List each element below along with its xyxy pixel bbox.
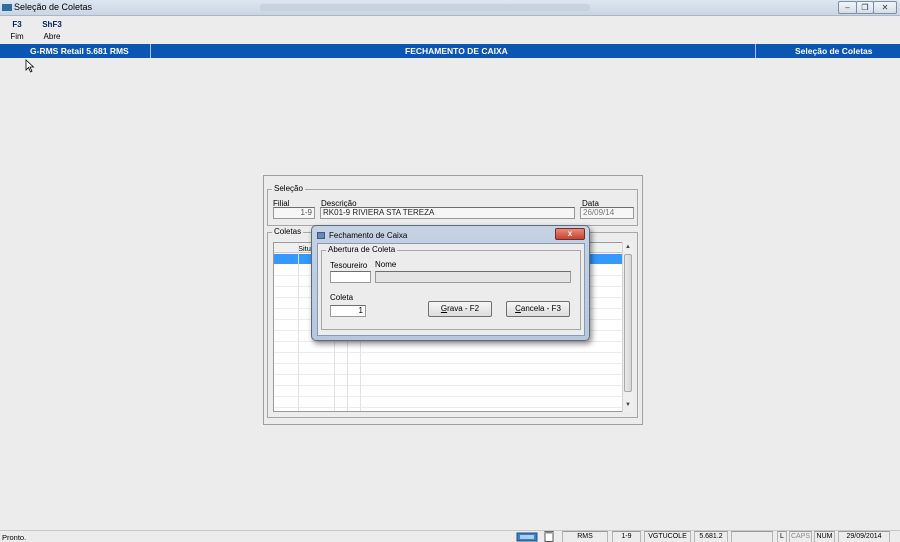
blurred-caption: [260, 4, 590, 11]
coletas-legend: Coletas: [272, 227, 304, 236]
grava-button[interactable]: Grava - F2: [428, 301, 492, 317]
app-version-label: G-RMS Retail 5.681 RMS: [30, 46, 129, 56]
app-icon: [2, 4, 12, 11]
status-field-program: VGTUCOLE: [644, 531, 691, 542]
status-field-caps: CAPS: [789, 531, 812, 542]
toolbar-label: Fim: [10, 32, 24, 41]
window-title: Seleção de Coletas: [14, 2, 93, 12]
coleta-input[interactable]: 1: [330, 305, 366, 317]
restore-button[interactable]: ❐: [856, 1, 874, 14]
window-title-bar: Seleção de Coletas – ❐ ✕: [0, 0, 900, 16]
toolbar-item-fim[interactable]: F3 Fim: [10, 20, 24, 41]
minimize-icon: –: [845, 3, 850, 12]
toolbar-key: F3: [12, 20, 22, 29]
scroll-down-icon[interactable]: ▼: [625, 402, 631, 408]
header-separator: [755, 44, 756, 58]
status-field-version: 5.681.2: [694, 531, 728, 542]
close-window-button[interactable]: ✕: [873, 1, 897, 14]
coleta-label: Coleta: [330, 293, 354, 302]
selecao-legend: Seleção: [272, 184, 305, 193]
dialog-app-icon: [317, 232, 325, 239]
function-key-toolbar: F3 Fim ShF3 Abre: [0, 16, 900, 44]
fechamento-dialog: Fechamento de Caixa x Abertura de Coleta…: [311, 225, 590, 341]
status-field-num: NUM: [814, 531, 835, 542]
toolbar-key: ShF3: [42, 20, 62, 29]
descricao-field: RK01-9 RIVIERA STA TEREZA: [320, 207, 575, 219]
toolbar-item-abre[interactable]: ShF3 Abre: [40, 20, 64, 41]
toolbar-label: Abre: [43, 32, 61, 41]
dialog-body: Abertura de Coleta Tesoureiro Nome Colet…: [317, 243, 585, 336]
close-icon: x: [567, 229, 573, 238]
status-field-date: 29/09/2014: [838, 531, 890, 542]
close-icon: ✕: [881, 3, 889, 12]
status-text: Pronto.: [2, 533, 27, 542]
status-field-l: L: [777, 531, 787, 542]
filial-field[interactable]: 1-9: [273, 207, 315, 219]
header-separator: [150, 44, 151, 58]
status-field-filial: 1-9: [612, 531, 641, 542]
mouse-cursor-icon: [25, 59, 35, 73]
scrollbar-thumb[interactable]: [624, 254, 632, 392]
screen-name: Seleção de Coletas: [795, 46, 873, 56]
table-scrollbar[interactable]: ▲ ▼: [622, 242, 633, 412]
column-header-situ: Situ: [298, 244, 311, 253]
restore-icon: ❐: [861, 3, 869, 12]
module-header-bar: G-RMS Retail 5.681 RMS FECHAMENTO DE CAI…: [0, 44, 900, 58]
cancela-button[interactable]: Cancela - F3: [506, 301, 570, 317]
module-title: FECHAMENTO DE CAIXA: [405, 46, 508, 56]
nome-label: Nome: [375, 260, 397, 269]
minimize-button[interactable]: –: [838, 1, 857, 14]
nome-field: [375, 271, 571, 283]
dialog-close-button[interactable]: x: [555, 228, 585, 240]
data-field[interactable]: 26/09/14: [580, 207, 634, 219]
tesoureiro-label: Tesoureiro: [330, 261, 368, 270]
status-field-user: RMS: [562, 531, 608, 542]
tesoureiro-input[interactable]: [330, 271, 371, 283]
document-icon: [544, 531, 554, 542]
network-icon: [516, 532, 538, 542]
abertura-legend: Abertura de Coleta: [326, 245, 398, 254]
scroll-up-icon[interactable]: ▲: [625, 244, 631, 250]
status-field-empty: [731, 531, 773, 542]
status-bar: Pronto. RMS 1-9 VGTUCOLE 5.681.2 L CAPS …: [0, 530, 900, 542]
dialog-title: Fechamento de Caixa: [329, 231, 408, 240]
